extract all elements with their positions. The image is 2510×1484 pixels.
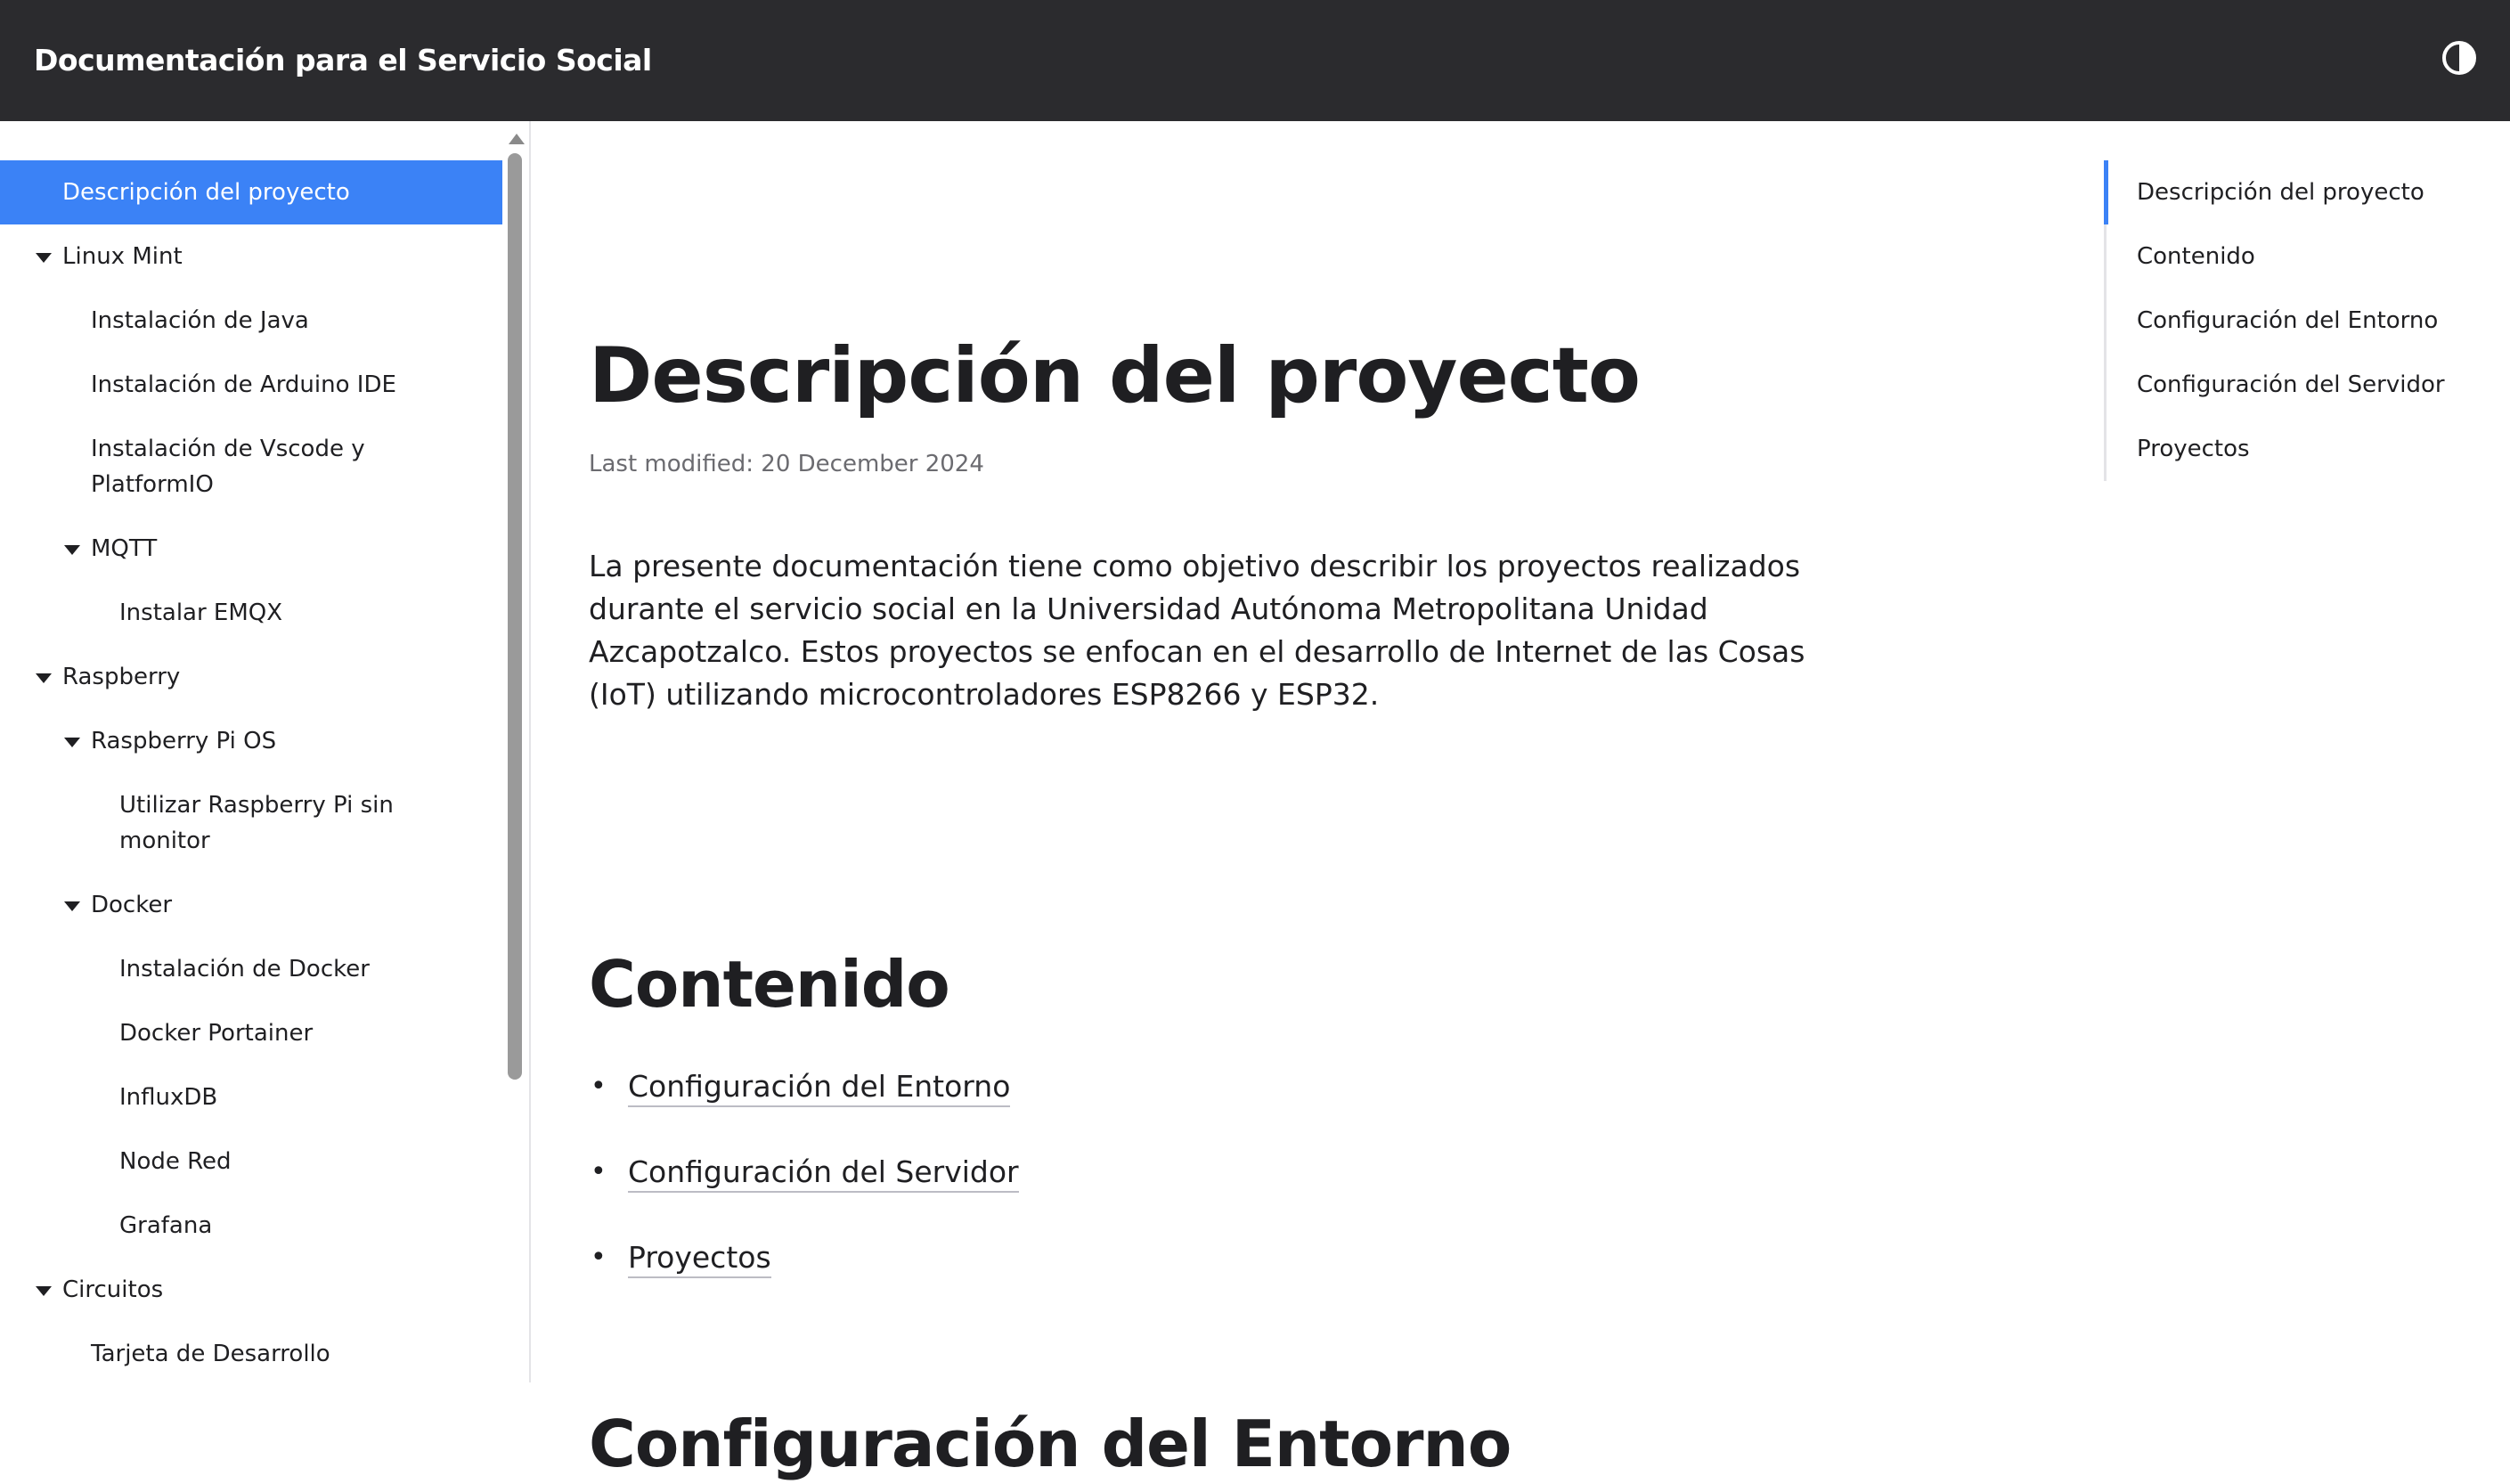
sidebar-item-raspberry-sin-monitor[interactable]: Utilizar Raspberry Pi sin monitor [0, 773, 502, 873]
sidebar-item-raspberry[interactable]: Raspberry [0, 645, 502, 709]
sidebar: Descripción del proyecto Linux Mint Inst… [0, 121, 531, 1382]
caret-down-icon[interactable] [64, 901, 80, 911]
table-of-contents: Descripción del proyecto Contenido Confi… [2104, 160, 2490, 481]
sidebar-item-label: Instalación de Arduino IDE [91, 371, 396, 398]
sidebar-item-label: InfluxDB [119, 1084, 218, 1111]
sidebar-item-label: Circuitos [62, 1276, 164, 1303]
sidebar-item-grafana[interactable]: Grafana [0, 1194, 502, 1258]
caret-down-icon[interactable] [64, 738, 80, 747]
list-item: • Proyectos [589, 1236, 1019, 1322]
list-item: • Configuración del Servidor [589, 1151, 1019, 1236]
site-title[interactable]: Documentación para el Servicio Social [34, 0, 652, 121]
toc-item-configuracion-entorno[interactable]: Configuración del Entorno [2107, 289, 2490, 353]
toc-item-configuracion-servidor[interactable]: Configuración del Servidor [2107, 353, 2490, 417]
sidebar-item-label: Instalación de Java [91, 307, 309, 334]
sidebar-item-influxdb[interactable]: InfluxDB [0, 1065, 502, 1129]
sidebar-item-label: Raspberry Pi OS [91, 728, 277, 754]
sidebar-scrollbar[interactable] [504, 134, 526, 1382]
caret-down-icon[interactable] [36, 253, 52, 263]
bullet-icon: • [591, 1156, 607, 1187]
link-configuracion-entorno[interactable]: Configuración del Entorno [628, 1069, 1011, 1107]
sidebar-item-label: Node Red [119, 1148, 232, 1175]
sidebar-item-descripcion-del-proyecto[interactable]: Descripción del proyecto [0, 160, 502, 224]
sidebar-item-circuitos[interactable]: Circuitos [0, 1258, 502, 1322]
contents-list: • Configuración del Entorno • Configurac… [589, 1065, 1019, 1322]
sidebar-item-label: Descripción del proyecto [62, 179, 350, 206]
page-title: Descripción del proyecto [589, 331, 1641, 420]
section-heading-configuracion-entorno: Configuración del Entorno [589, 1407, 1512, 1481]
contents-heading: Contenido [589, 947, 950, 1022]
toc-item-proyectos[interactable]: Proyectos [2107, 417, 2490, 481]
sidebar-item-label: MQTT [91, 535, 158, 562]
link-proyectos[interactable]: Proyectos [628, 1240, 771, 1278]
sidebar-item-linux-mint[interactable]: Linux Mint [0, 224, 502, 289]
sidebar-item-label: Instalación de Vscode y PlatformIO [91, 436, 365, 498]
bullet-icon: • [591, 1242, 607, 1273]
link-configuracion-servidor[interactable]: Configuración del Servidor [628, 1154, 1019, 1193]
sidebar-item-label: Raspberry [62, 664, 181, 690]
top-bar: Documentación para el Servicio Social [0, 0, 2510, 121]
sidebar-item-mqtt[interactable]: MQTT [0, 517, 502, 581]
scroll-up-arrow-icon[interactable] [509, 134, 525, 144]
sidebar-item-instalacion-arduino-ide[interactable]: Instalación de Arduino IDE [0, 353, 502, 417]
sidebar-item-docker-portainer[interactable]: Docker Portainer [0, 1001, 502, 1065]
sidebar-item-docker[interactable]: Docker [0, 873, 502, 937]
main-content: Descripción del proyecto Last modified: … [589, 121, 1880, 1481]
sidebar-item-label: Utilizar Raspberry Pi sin monitor [119, 792, 394, 854]
caret-down-icon[interactable] [64, 545, 80, 555]
list-item: • Configuración del Entorno [589, 1065, 1019, 1151]
sidebar-item-node-red[interactable]: Node Red [0, 1129, 502, 1194]
sidebar-item-instalar-emqx[interactable]: Instalar EMQX [0, 581, 502, 645]
sidebar-item-label: Instalación de Docker [119, 956, 370, 983]
sidebar-item-instalacion-java[interactable]: Instalación de Java [0, 289, 502, 353]
sidebar-nav: Descripción del proyecto Linux Mint Inst… [0, 160, 502, 1382]
sidebar-item-label: Linux Mint [62, 243, 183, 270]
intro-paragraph: La presente documentación tiene como obj… [589, 549, 1805, 712]
caret-down-icon[interactable] [36, 1286, 52, 1296]
sidebar-item-label: Docker Portainer [119, 1020, 314, 1047]
sidebar-item-instalacion-vscode-platformio[interactable]: Instalación de Vscode y PlatformIO [0, 417, 502, 517]
sidebar-item-raspberry-pi-os[interactable]: Raspberry Pi OS [0, 709, 502, 773]
scrollbar-thumb[interactable] [508, 153, 522, 1080]
bullet-icon: • [591, 1071, 607, 1102]
toc-item-descripcion[interactable]: Descripción del proyecto [2104, 160, 2490, 224]
sidebar-item-label: Grafana [119, 1212, 213, 1239]
sidebar-item-label: Tarjeta de Desarrollo [91, 1341, 330, 1367]
sidebar-item-label: Instalar EMQX [119, 599, 283, 626]
toc-item-contenido[interactable]: Contenido [2107, 224, 2490, 289]
last-modified: Last modified: 20 December 2024 [589, 451, 984, 477]
contrast-icon[interactable] [2442, 41, 2476, 75]
caret-down-icon[interactable] [36, 673, 52, 683]
sidebar-item-label: Docker [91, 892, 173, 918]
sidebar-item-instalacion-docker[interactable]: Instalación de Docker [0, 937, 502, 1001]
sidebar-item-tarjeta-desarrollo[interactable]: Tarjeta de Desarrollo [0, 1322, 502, 1382]
